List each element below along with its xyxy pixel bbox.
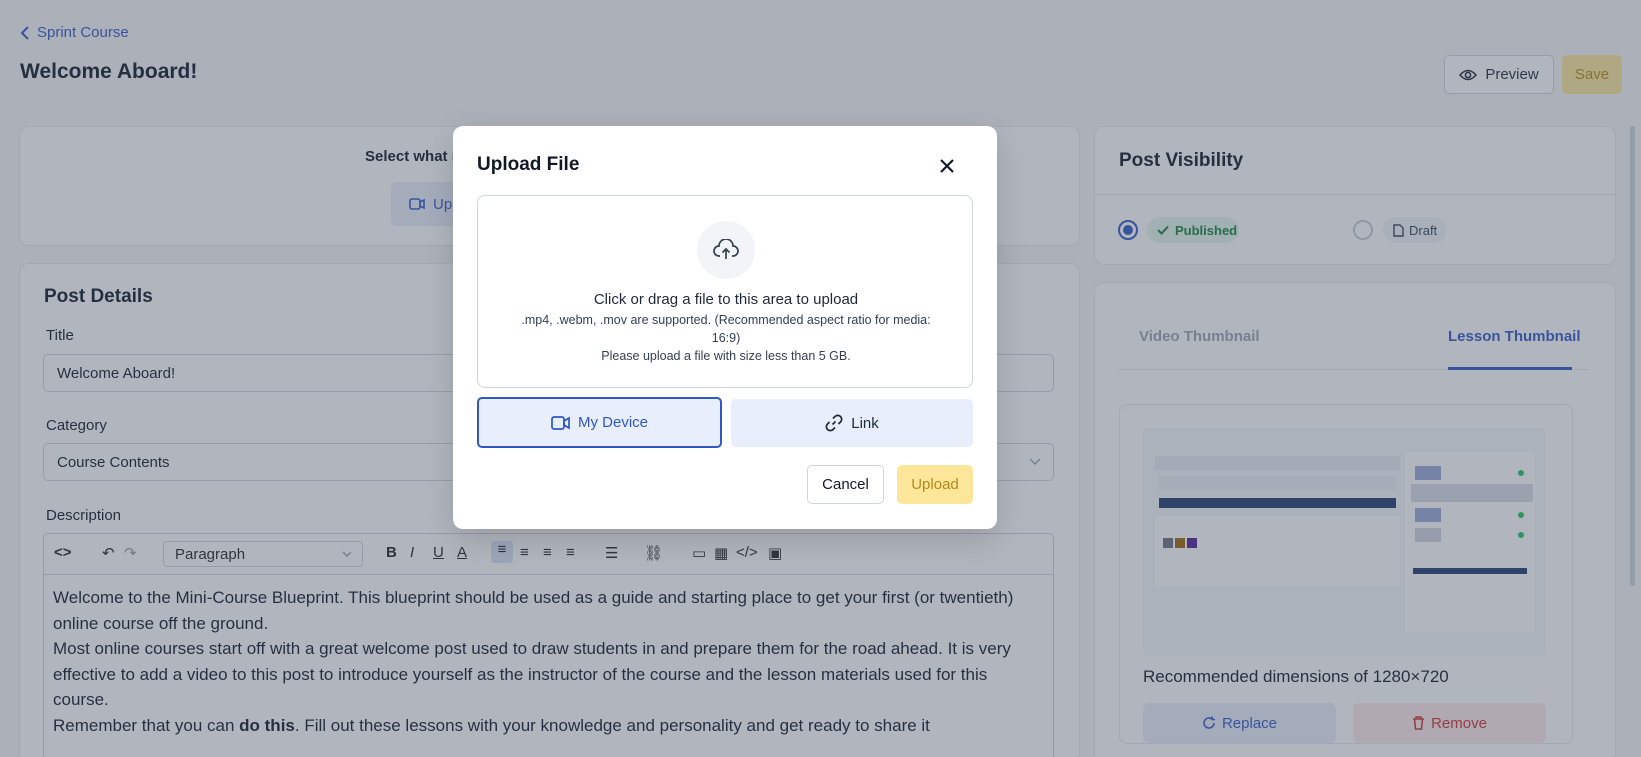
link-label: Link	[851, 414, 879, 432]
cancel-button[interactable]: Cancel	[807, 465, 884, 504]
video-icon	[551, 415, 570, 430]
close-icon[interactable]	[937, 156, 957, 176]
my-device-label: My Device	[577, 414, 648, 431]
upload-button[interactable]: Upload	[897, 465, 973, 504]
link-icon	[825, 414, 843, 432]
link-button[interactable]: Link	[731, 399, 973, 447]
drop-instructions: Click or drag a file to this area to upl…	[593, 291, 859, 308]
drop-requirements: .mp4, .webm, .mov are supported. (Recomm…	[508, 311, 944, 365]
file-drop-zone[interactable]: Click or drag a file to this area to upl…	[477, 195, 973, 388]
upload-file-modal: Upload File Click or drag a file to this…	[453, 126, 997, 529]
supported-formats: .mp4, .webm, .mov are supported. (Recomm…	[521, 313, 931, 345]
modal-title: Upload File	[477, 154, 580, 175]
size-limit: Please upload a file with size less than…	[601, 349, 851, 363]
upload-cloud-icon	[697, 221, 755, 279]
my-device-button[interactable]: My Device	[477, 397, 722, 448]
